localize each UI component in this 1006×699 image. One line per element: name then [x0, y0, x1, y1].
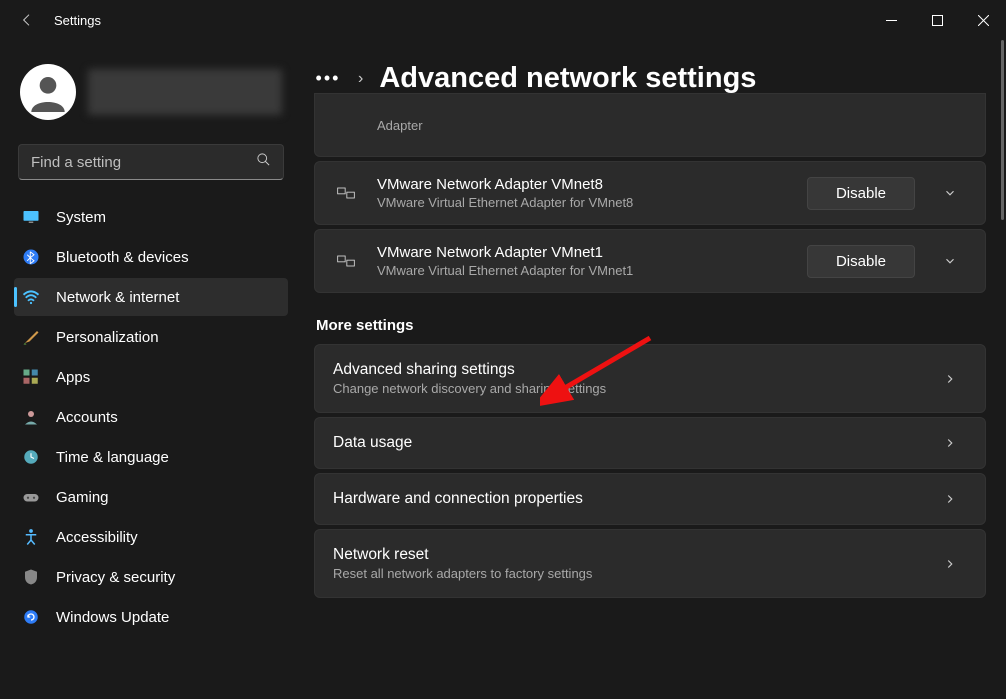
adapter-card[interactable]: Adapter Disable	[314, 93, 986, 157]
expand-chevron[interactable]	[933, 186, 967, 200]
link-title: Network reset	[333, 546, 933, 564]
link-title: Data usage	[333, 434, 933, 452]
profile-block[interactable]	[14, 60, 288, 140]
back-button[interactable]	[18, 11, 36, 29]
window-controls	[868, 0, 1006, 40]
adapter-card[interactable]: VMware Network Adapter VMnet1 VMware Vir…	[314, 229, 986, 293]
page-title: Advanced network settings	[379, 62, 756, 95]
nav-time[interactable]: Time & language	[14, 438, 288, 476]
profile-name-redacted	[88, 69, 282, 115]
nav-bluetooth[interactable]: Bluetooth & devices	[14, 238, 288, 276]
adapter-subtitle: VMware Virtual Ethernet Adapter for VMne…	[377, 263, 789, 278]
nav-system[interactable]: System	[14, 198, 288, 236]
chevron-right-icon: ›	[358, 70, 363, 88]
nav-gaming[interactable]: Gaming	[14, 478, 288, 516]
nav-label: System	[56, 209, 106, 226]
chevron-right-icon	[933, 372, 967, 386]
adapter-title: VMware Network Adapter VMnet8	[377, 176, 789, 193]
nav-label: Network & internet	[56, 289, 179, 306]
nav-label: Gaming	[56, 489, 109, 506]
breadcrumb: ••• › Advanced network settings	[314, 62, 986, 95]
disable-button[interactable]: Disable	[807, 245, 915, 278]
chevron-right-icon	[933, 557, 967, 571]
section-heading-more: More settings	[316, 317, 984, 334]
nav-update[interactable]: Windows Update	[14, 598, 288, 636]
breadcrumb-ellipsis-button[interactable]: •••	[314, 65, 342, 93]
monitor-icon	[20, 206, 42, 228]
disable-button[interactable]: Disable	[807, 177, 915, 210]
link-advanced-sharing[interactable]: Advanced sharing settings Change network…	[314, 344, 986, 413]
nav-label: Personalization	[56, 329, 159, 346]
nav-label: Privacy & security	[56, 569, 175, 586]
adapter-title: VMware Network Adapter VMnet1	[377, 244, 789, 261]
ethernet-icon	[333, 183, 359, 203]
nav-label: Accessibility	[56, 529, 138, 546]
nav-accessibility[interactable]: Accessibility	[14, 518, 288, 556]
titlebar: Settings	[0, 0, 1006, 40]
maximize-button[interactable]	[914, 0, 960, 40]
shield-icon	[20, 566, 42, 588]
app-title: Settings	[54, 13, 101, 28]
chevron-right-icon	[933, 492, 967, 506]
ethernet-icon	[333, 251, 359, 271]
link-title: Hardware and connection properties	[333, 490, 933, 508]
link-data-usage[interactable]: Data usage	[314, 417, 986, 469]
link-subtitle: Reset all network adapters to factory se…	[333, 566, 933, 581]
scrollbar-thumb[interactable]	[1001, 40, 1004, 220]
link-title: Advanced sharing settings	[333, 361, 933, 379]
sidebar: System Bluetooth & devices Network & int…	[0, 40, 300, 699]
nav-label: Apps	[56, 369, 90, 386]
nav-personalization[interactable]: Personalization	[14, 318, 288, 356]
expand-chevron[interactable]	[933, 254, 967, 268]
adapter-card[interactable]: VMware Network Adapter VMnet8 VMware Vir…	[314, 161, 986, 225]
adapter-subtitle: Adapter	[377, 118, 789, 133]
nav-label: Bluetooth & devices	[56, 249, 189, 266]
search-input[interactable]	[31, 154, 256, 171]
search-icon	[256, 152, 271, 172]
nav-apps[interactable]: Apps	[14, 358, 288, 396]
main-content: ••• › Advanced network settings Adapter …	[300, 40, 1006, 699]
apps-icon	[20, 366, 42, 388]
nav-label: Time & language	[56, 449, 169, 466]
link-hardware-properties[interactable]: Hardware and connection properties	[314, 473, 986, 525]
nav-privacy[interactable]: Privacy & security	[14, 558, 288, 596]
link-subtitle: Change network discovery and sharing set…	[333, 381, 933, 396]
nav-network[interactable]: Network & internet	[14, 278, 288, 316]
link-network-reset[interactable]: Network reset Reset all network adapters…	[314, 529, 986, 598]
accessibility-icon	[20, 526, 42, 548]
close-button[interactable]	[960, 0, 1006, 40]
nav-list: System Bluetooth & devices Network & int…	[14, 198, 288, 636]
nav-accounts[interactable]: Accounts	[14, 398, 288, 436]
avatar	[20, 64, 76, 120]
clock-icon	[20, 446, 42, 468]
search-box[interactable]	[18, 144, 284, 180]
paintbrush-icon	[20, 326, 42, 348]
update-icon	[20, 606, 42, 628]
gamepad-icon	[20, 486, 42, 508]
chevron-right-icon	[933, 436, 967, 450]
minimize-button[interactable]	[868, 0, 914, 40]
person-icon	[20, 406, 42, 428]
nav-label: Windows Update	[56, 609, 169, 626]
bluetooth-icon	[20, 246, 42, 268]
adapter-subtitle: VMware Virtual Ethernet Adapter for VMne…	[377, 195, 789, 210]
nav-label: Accounts	[56, 409, 118, 426]
wifi-icon	[20, 286, 42, 308]
